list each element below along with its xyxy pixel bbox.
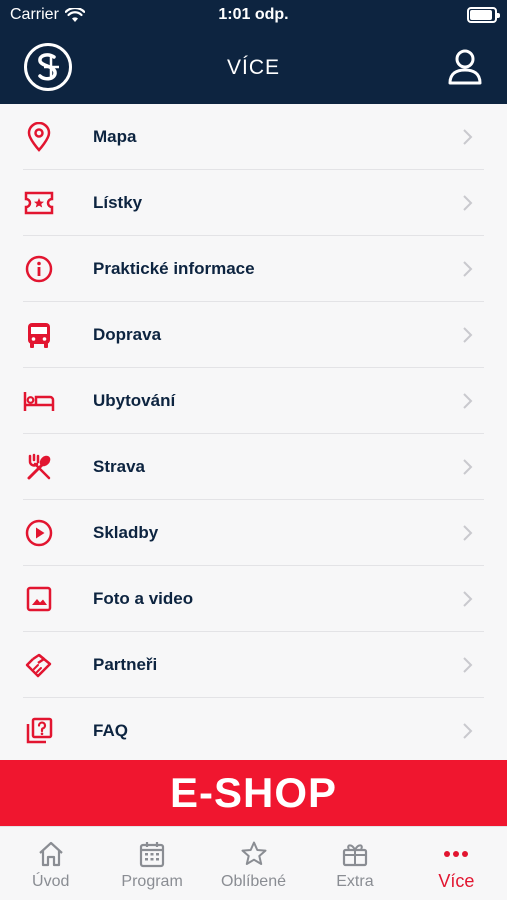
chevron-right-icon bbox=[463, 591, 473, 607]
chevron-right-icon bbox=[463, 195, 473, 211]
eshop-banner[interactable]: E-SHOP bbox=[0, 760, 507, 826]
menu-item-label: Ubytování bbox=[93, 391, 176, 410]
chevron-right-icon bbox=[463, 327, 473, 343]
menu-item-label: Mapa bbox=[93, 127, 137, 146]
menu-item-faq[interactable]: FAQ bbox=[23, 698, 484, 764]
chevron-right-icon bbox=[463, 657, 473, 673]
menu-item-label: Lístky bbox=[93, 193, 143, 212]
status-time: 1:01 odp. bbox=[218, 6, 289, 23]
menu-item-ubytovani[interactable]: Ubytování bbox=[23, 368, 484, 434]
status-bar: Carrier 1:01 odp. bbox=[0, 0, 507, 34]
star-icon bbox=[239, 839, 269, 869]
menu-item-label: Praktické informace bbox=[93, 259, 255, 278]
chevron-right-icon bbox=[463, 459, 473, 475]
eshop-label: E-SHOP bbox=[169, 769, 338, 816]
tab-label: Program bbox=[121, 873, 183, 890]
bus-icon bbox=[23, 319, 55, 351]
tab-bar: Úvod Program Oblíbené Extra Více bbox=[0, 826, 507, 900]
gift-icon bbox=[340, 839, 370, 869]
tab-label: Úvod bbox=[32, 873, 70, 890]
menu-item-skladby[interactable]: Skladby bbox=[23, 500, 484, 566]
more-icon bbox=[441, 839, 471, 869]
menu-item-foto-a-video[interactable]: Foto a video bbox=[23, 566, 484, 632]
calendar-icon bbox=[137, 839, 167, 869]
tab-extra[interactable]: Extra bbox=[304, 827, 405, 900]
more-menu-list: Mapa Lístky Praktické informace Doprava … bbox=[0, 104, 507, 760]
tab-label: Oblíbené bbox=[221, 873, 286, 890]
menu-item-label: Strava bbox=[93, 457, 145, 476]
info-icon bbox=[23, 253, 55, 285]
user-icon[interactable] bbox=[447, 47, 483, 87]
page-title: VÍCE bbox=[226, 56, 280, 79]
chevron-right-icon bbox=[463, 393, 473, 409]
menu-item-label: Doprava bbox=[93, 325, 162, 344]
nav-bar: VÍCE bbox=[0, 34, 507, 104]
map-pin-icon bbox=[23, 121, 55, 153]
chevron-right-icon bbox=[463, 261, 473, 277]
menu-item-partneri[interactable]: Partneři bbox=[23, 632, 484, 698]
tab-oblibene[interactable]: Oblíbené bbox=[203, 827, 304, 900]
image-icon bbox=[23, 583, 55, 615]
faq-icon bbox=[23, 715, 55, 747]
tab-label: Extra bbox=[336, 873, 374, 890]
menu-item-prakticke-informace[interactable]: Praktické informace bbox=[23, 236, 484, 302]
bed-icon bbox=[23, 385, 55, 417]
menu-item-listky[interactable]: Lístky bbox=[23, 170, 484, 236]
tab-program[interactable]: Program bbox=[101, 827, 202, 900]
menu-item-mapa[interactable]: Mapa bbox=[23, 104, 484, 170]
tab-uvod[interactable]: Úvod bbox=[0, 827, 101, 900]
chevron-right-icon bbox=[463, 129, 473, 145]
handshake-icon bbox=[23, 649, 55, 681]
menu-item-strava[interactable]: Strava bbox=[23, 434, 484, 500]
tab-vice[interactable]: Více bbox=[406, 827, 507, 900]
utensils-icon bbox=[23, 451, 55, 483]
play-icon bbox=[23, 517, 55, 549]
menu-item-label: Skladby bbox=[93, 523, 159, 542]
menu-item-doprava[interactable]: Doprava bbox=[23, 302, 484, 368]
battery-icon bbox=[467, 7, 500, 23]
menu-item-label: Partneři bbox=[93, 655, 158, 674]
chevron-right-icon bbox=[463, 723, 473, 739]
chevron-right-icon bbox=[463, 525, 473, 541]
home-icon bbox=[36, 839, 66, 869]
menu-item-label: Foto a video bbox=[93, 589, 194, 608]
ticket-icon bbox=[23, 187, 55, 219]
menu-item-label: FAQ bbox=[93, 721, 128, 740]
tab-label: Více bbox=[438, 871, 475, 891]
